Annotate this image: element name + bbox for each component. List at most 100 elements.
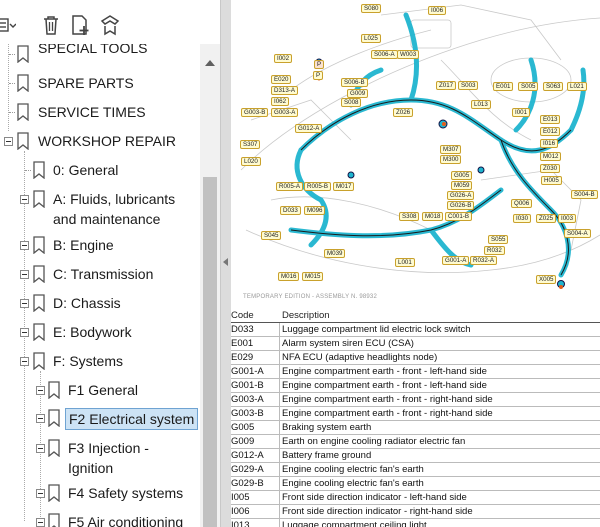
callout-label: M307: [440, 145, 462, 154]
bookmark-icon: [32, 352, 46, 371]
table-row: G003-B Engine compartment earth - front -…: [231, 407, 600, 421]
callout-label: H005: [541, 176, 562, 185]
callout-label: I003: [558, 214, 577, 223]
table-row: I005 Front side direction indicator - lef…: [231, 491, 600, 505]
callout-label: L013: [471, 100, 491, 109]
add-bookmark-icon[interactable]: [69, 14, 91, 36]
collapse-toggle[interactable]: [20, 299, 29, 308]
component-code: G005: [231, 422, 255, 433]
component-code: G003-A: [231, 394, 264, 405]
callout-label: G001-A: [442, 256, 470, 265]
trash-icon[interactable]: [40, 14, 62, 36]
table-row: G012-A Battery frame ground: [231, 449, 600, 463]
table-row: D033 Luggage compartment lid electric loc…: [231, 323, 600, 337]
component-description: Braking system earth: [282, 422, 372, 433]
callout-label: G009: [347, 89, 369, 98]
table-row: G029-B Engine cooling electric fan's eart…: [231, 477, 600, 491]
component-code: E029: [231, 352, 254, 363]
component-code: G009: [231, 436, 255, 447]
collapse-toggle[interactable]: [20, 357, 29, 366]
table-row: G001-A Engine compartment earth - front -…: [231, 365, 600, 379]
collapse-toggle[interactable]: [36, 444, 45, 453]
bookmark-icon: [32, 161, 46, 180]
column-divider: [279, 463, 280, 476]
bookmark-label: F3 Injection - Ignition: [68, 440, 149, 476]
callout-label: M012: [540, 152, 562, 161]
component-code: E001: [231, 338, 254, 349]
collapse-toggle[interactable]: [36, 414, 45, 423]
column-divider: [279, 435, 280, 448]
scroll-thumb[interactable]: [203, 177, 217, 527]
callout-label: S308: [399, 212, 420, 221]
bookmark-icon: [16, 103, 30, 122]
collapse-toggle[interactable]: [20, 328, 29, 337]
callout-label: C001-B: [445, 212, 472, 221]
bookmark-icon: [47, 409, 61, 428]
bookmarks-toolbar: [0, 0, 220, 44]
column-divider: [279, 519, 280, 527]
component-code: I013: [231, 520, 250, 527]
legend-header: Code Description: [231, 308, 600, 323]
callout-label: W003: [397, 50, 420, 59]
bookmark-label: 0: General: [53, 162, 119, 178]
callout-label: I001: [512, 108, 531, 117]
collapse-toggle[interactable]: [36, 489, 45, 498]
callout-label: I006: [428, 6, 447, 15]
table-row: E029 NFA ECU (adaptive headlights node): [231, 351, 600, 365]
callout-label: I062: [271, 97, 290, 106]
callout-label: L020: [241, 157, 261, 166]
callout-label: M300: [440, 155, 462, 164]
bookmark-label: B: Engine: [53, 237, 114, 253]
bookmark-icon: [32, 265, 46, 284]
callout-label: M096: [304, 206, 326, 215]
collapse-toggle[interactable]: [20, 270, 29, 279]
callout-label: Z025: [536, 214, 557, 223]
callout-label: G026-A: [447, 191, 475, 200]
component-code: G001-B: [231, 380, 264, 391]
component-description: Alarm system siren ECU (CSA): [282, 338, 414, 349]
callout-label: G005: [451, 171, 473, 180]
column-divider: [279, 393, 280, 406]
bookmark-icon: [16, 45, 30, 64]
callout-label: G026-B: [447, 201, 475, 210]
component-description: Luggage compartment lid electric lock sw…: [282, 324, 471, 335]
callout-label: M039: [324, 249, 346, 258]
watermark-text: TEMPORARY EDITION - ASSEMBLY N. 98932: [243, 294, 378, 300]
component-code: G001-A: [231, 366, 264, 377]
callout-label: S006-A: [371, 50, 398, 59]
collapse-toggle[interactable]: [36, 518, 45, 527]
callout-label: R032-A: [470, 256, 497, 265]
bookmark-label: C: Transmission: [53, 266, 154, 282]
callout-label: M018: [422, 212, 444, 221]
callout-label: I016: [540, 139, 559, 148]
callout-label: M015: [302, 272, 324, 281]
component-code: D033: [231, 324, 254, 335]
collapse-toggle[interactable]: [36, 386, 45, 395]
bookmark-icon: [47, 513, 61, 527]
list-options-icon[interactable]: [0, 14, 17, 36]
bookmark-icon: [32, 294, 46, 313]
table-row: G029-A Engine cooling electric fan's eart…: [231, 463, 600, 477]
callout-label: R005-B: [304, 182, 331, 191]
collapse-panel-arrow-icon[interactable]: [223, 258, 228, 266]
component-description: Engine compartment earth - front - left-…: [282, 366, 487, 377]
component-code: I005: [231, 492, 250, 503]
component-code: G003-B: [231, 408, 264, 419]
callout-label: E013: [540, 115, 561, 124]
callout-label: P: [313, 71, 324, 80]
callout-label: L025: [361, 34, 381, 43]
scroll-up-arrow-icon[interactable]: [205, 60, 215, 66]
collapse-toggle[interactable]: [20, 241, 29, 250]
component-description: Engine compartment earth - front - right…: [282, 408, 493, 419]
component-code: I006: [231, 506, 250, 517]
collapse-toggle[interactable]: [20, 195, 29, 204]
bookmark-icon: [16, 132, 30, 151]
callout-label: S080: [361, 4, 382, 13]
panel-splitter[interactable]: [221, 0, 231, 527]
callout-label: S008: [341, 98, 362, 107]
collapse-toggle[interactable]: [4, 137, 13, 146]
bookmarks-scrollbar[interactable]: [200, 44, 220, 527]
column-divider: [279, 491, 280, 504]
bookmark-icon: [47, 381, 61, 400]
bookmark-properties-icon[interactable]: [99, 14, 121, 36]
